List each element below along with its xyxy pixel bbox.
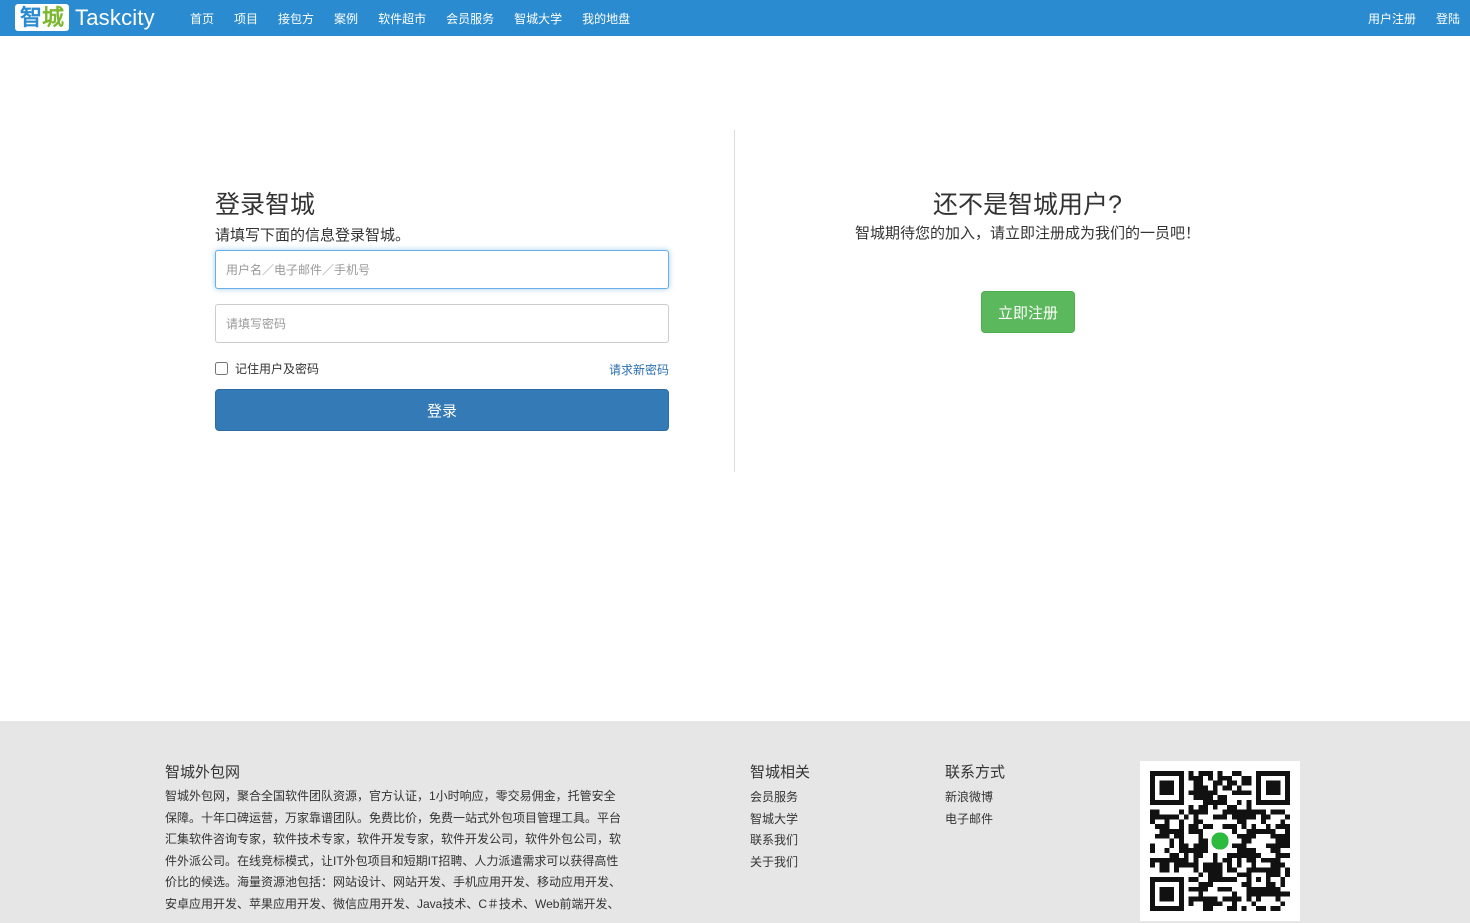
vertical-divider (734, 130, 735, 472)
login-button[interactable]: 登录 (215, 389, 669, 431)
footer-link-about-us[interactable]: 关于我们 (750, 852, 798, 874)
register-button[interactable]: 立即注册 (981, 291, 1075, 333)
main-nav: 首页 项目 接包方 案例 软件超市 会员服务 智城大学 我的地盘 (180, 0, 640, 36)
remember-checkbox[interactable] (215, 362, 228, 375)
nav-contractors[interactable]: 接包方 (268, 10, 324, 27)
footer-contact-title: 联系方式 (945, 764, 1006, 781)
nav-cases[interactable]: 案例 (324, 10, 368, 27)
footer-link-weibo[interactable]: 新浪微博 (945, 787, 993, 809)
site-logo[interactable]: 智城 Taskcity (15, 3, 155, 32)
logo-text: Taskcity (75, 4, 155, 30)
nav-projects[interactable]: 项目 (224, 10, 268, 27)
nav-home[interactable]: 首页 (180, 10, 224, 27)
nav-my-space[interactable]: 我的地盘 (572, 10, 640, 27)
nav-login-link[interactable]: 登陆 (1426, 10, 1470, 27)
qr-code-icon (1150, 771, 1290, 911)
forgot-password-link[interactable]: 请求新密码 (609, 361, 669, 378)
register-title: 还不是智城用户? (933, 191, 1122, 219)
footer-related-links: 会员服务 智城大学 联系我们 关于我们 (750, 787, 798, 873)
footer: 智城外包网 智城外包网，聚合全国软件团队资源，官方认证，1小时响应，零交易佣金，… (0, 721, 1470, 923)
footer-link-university[interactable]: 智城大学 (750, 809, 798, 831)
register-subtitle: 智城期待您的加入，请立即注册成为我们的一员吧！ (854, 225, 1200, 242)
footer-contact-links: 新浪微博 电子邮件 (945, 787, 993, 830)
nav-membership[interactable]: 会员服务 (436, 10, 504, 27)
login-subtitle: 请填写下面的信息登录智城。 (215, 227, 411, 244)
logo-badge: 智城 (15, 4, 70, 31)
footer-link-membership[interactable]: 会员服务 (750, 787, 798, 809)
footer-about-text: 智城外包网，聚合全国软件团队资源，官方认证，1小时响应，零交易佣金，托管安全保障… (165, 789, 622, 911)
password-input[interactable] (215, 304, 669, 343)
remember-me[interactable]: 记住用户及密码 (215, 360, 319, 377)
login-title: 登录智城 (215, 191, 316, 219)
top-navbar: 智城 Taskcity 首页 项目 接包方 案例 软件超市 会员服务 智城大学 … (0, 0, 1470, 36)
username-input[interactable] (215, 250, 669, 289)
nav-software-market[interactable]: 软件超市 (368, 10, 436, 27)
footer-link-email[interactable]: 电子邮件 (945, 809, 993, 831)
remember-label: 记住用户及密码 (235, 362, 320, 376)
footer-link-contact-us[interactable]: 联系我们 (750, 830, 798, 852)
logo-char-1: 智 (20, 4, 43, 30)
wechat-qr-code (1140, 761, 1300, 921)
nav-register-link[interactable]: 用户注册 (1358, 10, 1426, 27)
user-nav: 用户注册 登陆 (1358, 0, 1470, 36)
logo-char-2: 城 (42, 4, 65, 30)
footer-about-title: 智城外包网 (165, 764, 241, 781)
footer-related-title: 智城相关 (750, 764, 811, 781)
nav-university[interactable]: 智城大学 (504, 10, 572, 27)
